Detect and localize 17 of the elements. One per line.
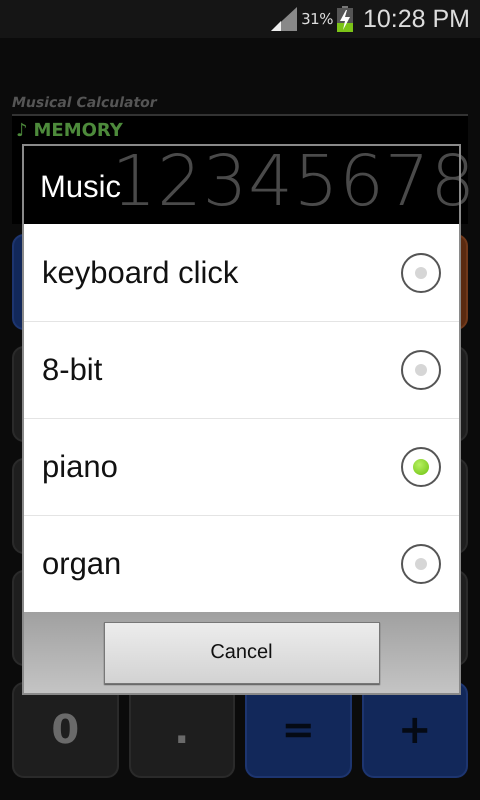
charging-battery-icon [336,6,353,32]
app-title: Musical Calculator [12,94,157,112]
battery-percent: 31% [301,10,333,28]
dialog-title: Music [39,169,121,204]
option-label[interactable]: 8-bit [42,352,102,388]
cancel-button[interactable]: Cancel [104,622,380,684]
option-label[interactable]: piano [42,449,118,485]
option-label[interactable]: keyboard click [42,254,238,290]
radio-button[interactable] [401,252,441,292]
option-label[interactable]: organ [42,546,122,582]
radio-button[interactable] [401,350,441,390]
memory-label: MEMORY [34,120,123,141]
radio-button[interactable] [401,544,441,584]
music-note-icon: ♪ [16,120,28,141]
radio-button[interactable] [401,447,441,487]
clock: 10:28 PM [362,4,470,34]
signal-icon [271,7,298,31]
